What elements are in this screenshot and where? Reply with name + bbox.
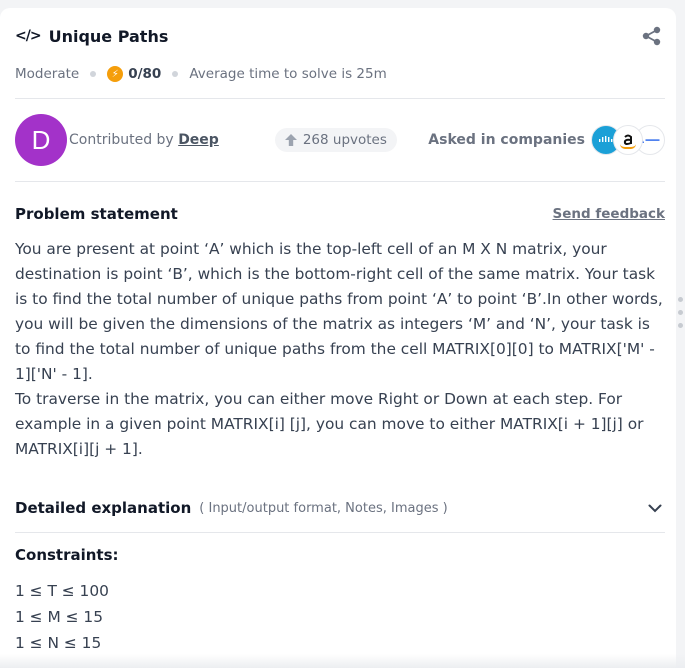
resize-handle[interactable]	[678, 297, 683, 328]
constraint-item: 1 ≤ T ≤ 100	[15, 582, 109, 600]
title-row: </> Unique Paths	[15, 8, 665, 64]
statement-heading: Problem statement	[15, 205, 178, 223]
divider	[15, 181, 665, 182]
constraint-item: 1 ≤ M ≤ 15	[15, 608, 104, 626]
handle-dot	[678, 323, 683, 328]
constraints-title: Constraints:	[15, 546, 119, 564]
problem-card: </> Unique Paths Moderate ⚡ 0/80 Average…	[0, 8, 676, 668]
problem-title: Unique Paths	[48, 26, 169, 46]
score-value: 0/80	[128, 66, 162, 82]
constraint-item: 1 ≤ N ≤ 15	[15, 634, 102, 652]
company-logos[interactable]	[591, 125, 665, 155]
contributor-row: D Contributed by Deep 268 upvotes Asked …	[15, 99, 665, 181]
share-icon[interactable]	[639, 23, 665, 49]
statement-header: Problem statement Send feedback	[15, 205, 665, 223]
asked-in-companies: Asked in companies	[428, 125, 665, 155]
separator-dot	[90, 71, 97, 77]
chevron-down-icon[interactable]	[645, 498, 665, 518]
constraints-list: 1 ≤ T ≤ 100 1 ≤ M ≤ 15 1 ≤ N ≤ 15	[15, 578, 665, 656]
amazon-logo	[613, 125, 643, 155]
meta-row: Moderate ⚡ 0/80 Average time to solve is…	[15, 64, 665, 84]
divider	[15, 532, 665, 533]
contributor-text: Contributed by Deep	[69, 132, 219, 148]
bottom-fade	[0, 654, 685, 668]
upvote-count: 268 upvotes	[302, 132, 387, 148]
handle-dot	[678, 310, 683, 315]
difficulty-label: Moderate	[15, 66, 80, 82]
detail-title: Detailed explanation	[15, 499, 192, 517]
separator-dot	[172, 71, 179, 77]
bolt-icon: ⚡	[107, 66, 124, 82]
statement-paragraph: You are present at point ‘A’ which is th…	[15, 240, 663, 383]
avatar: D	[15, 114, 67, 166]
statement-body: You are present at point ‘A’ which is th…	[15, 237, 665, 462]
send-feedback-link[interactable]: Send feedback	[553, 206, 665, 222]
avg-time: Average time to solve is 25m	[189, 66, 387, 82]
upvote-arrow-icon	[284, 134, 297, 146]
title-wrap: </> Unique Paths	[15, 27, 168, 46]
code-icon: </>	[15, 28, 42, 44]
statement-paragraph: To traverse in the matrix, you can eithe…	[15, 390, 644, 458]
upvote-button[interactable]: 268 upvotes	[274, 128, 397, 152]
contributor-prefix: Contributed by	[69, 132, 174, 148]
asked-label: Asked in companies	[428, 132, 585, 148]
detailed-explanation-toggle[interactable]: Detailed explanation ( Input/output form…	[15, 493, 665, 523]
detail-subtitle: ( Input/output format, Notes, Images )	[199, 500, 448, 516]
handle-dot	[678, 297, 683, 302]
contributor-link[interactable]: Deep	[178, 132, 219, 148]
